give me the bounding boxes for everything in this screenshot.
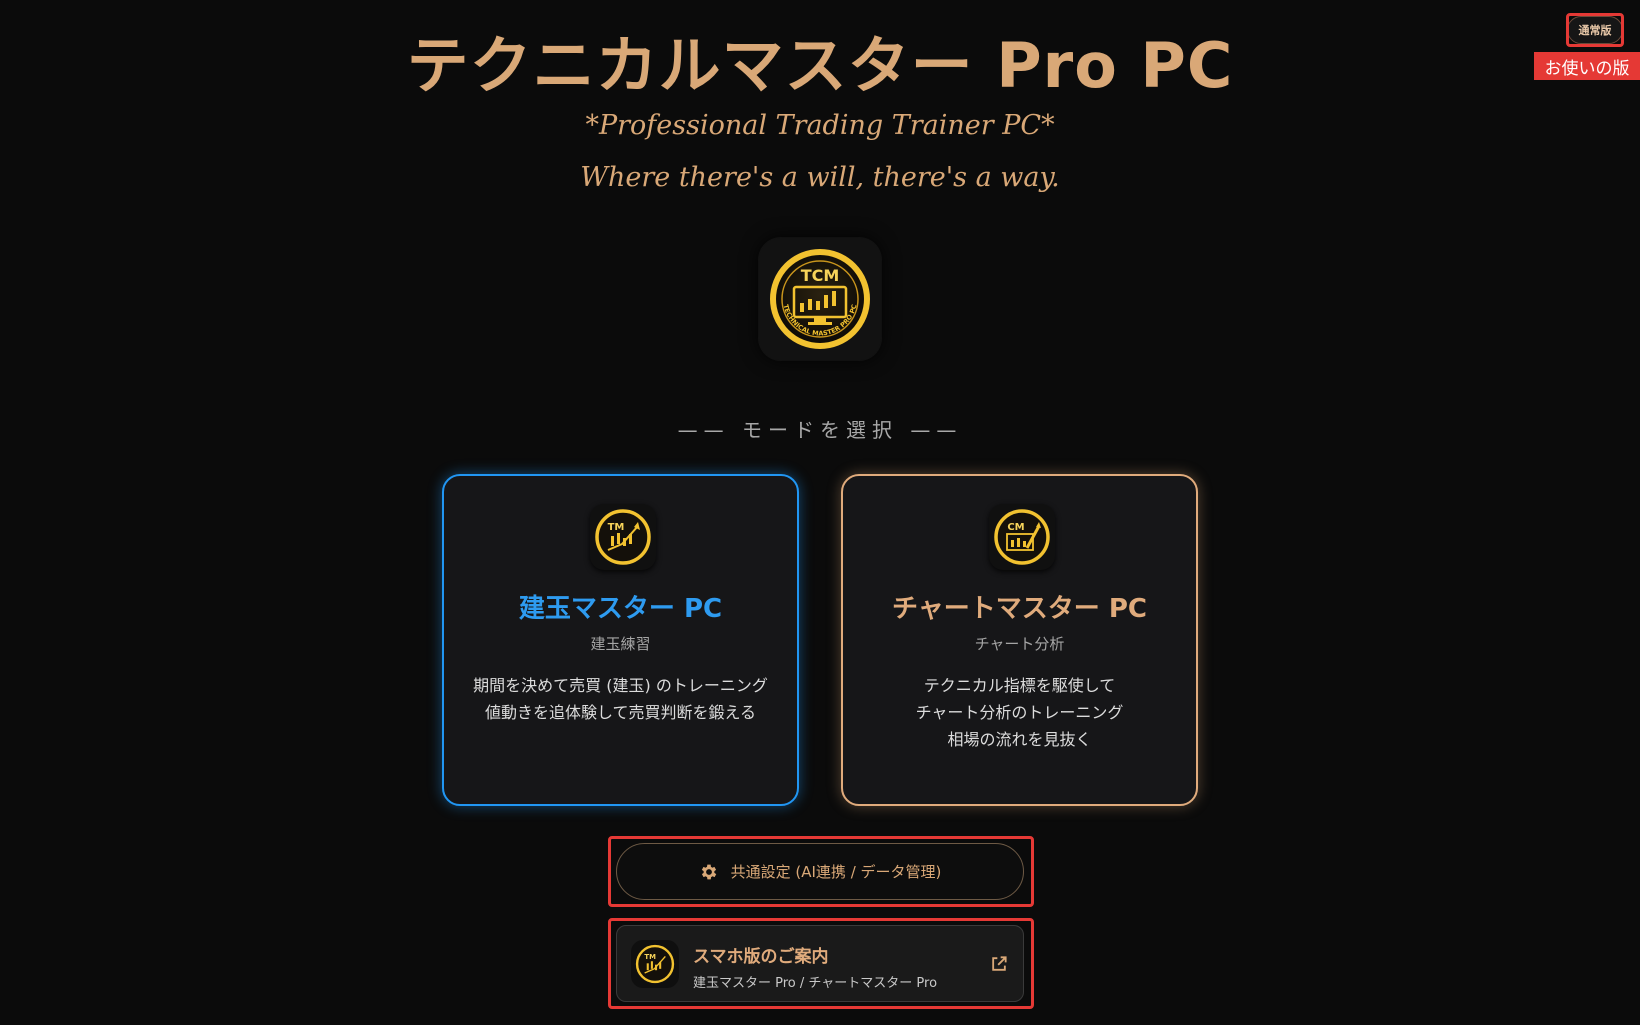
card-title: 建玉マスター PC [518, 594, 723, 624]
card-desc-line: 期間を決めて売買 (建玉) のトレーニング [473, 676, 768, 695]
card-desc-line: 相場の流れを見抜く [947, 730, 1092, 749]
card-description: テクニカル指標を駆使して チャート分析のトレーニング 相場の流れを見抜く [843, 672, 1196, 753]
mobile-button-subtitle: 建玉マスター Pro / チャートマスター Pro [693, 976, 938, 991]
mode-card-position-master[interactable]: TM 建玉マスター PC 建玉練習 期間を決めて売買 (建玉) のトレーニング … [442, 474, 799, 806]
page-title: テクニカルマスター Pro PC [406, 29, 1234, 102]
app-root: テクニカルマスター Pro PC *Professional Trading T… [0, 0, 1640, 1025]
common-settings-button[interactable]: 共通設定 (AI連携 / データ管理) [616, 843, 1024, 900]
position-master-icon: TM [590, 504, 656, 570]
svg-text:TM: TM [644, 953, 656, 961]
mode-select-header: —— モードを選択 —— [677, 418, 963, 442]
svg-text:CM: CM [1007, 522, 1024, 533]
current-version-label: お使いの版 [1534, 52, 1640, 80]
svg-text:TM: TM [608, 522, 625, 533]
mobile-version-button[interactable]: TM スマホ版のご案内 建玉マスター Pro / チャートマスター Pro [616, 925, 1024, 1002]
card-subtitle: チャート分析 [974, 635, 1065, 653]
card-title: チャートマスター PC [892, 594, 1147, 624]
settings-button-label: 共通設定 (AI連携 / データ管理) [730, 863, 942, 881]
mobile-button-title: スマホ版のご案内 [693, 947, 829, 967]
app-logo: TCM TECHNICAL MASTER PRO PC [759, 238, 881, 360]
page-tagline: Where there's a will, there's a way. [580, 162, 1060, 193]
card-desc-line: チャート分析のトレーニング [915, 703, 1124, 722]
page-subtitle: *Professional Trading Trainer PC* [585, 110, 1055, 141]
card-desc-line: テクニカル指標を駆使して [923, 676, 1116, 695]
mode-card-chart-master[interactable]: CM チャートマスター PC チャート分析 テクニカル指標を駆使して チャート分… [841, 474, 1198, 806]
chart-master-icon: CM [989, 504, 1055, 570]
card-desc-line: 値動きを追体験して売買判断を鍛える [484, 703, 757, 722]
external-link-icon [992, 956, 1007, 971]
card-subtitle: 建玉練習 [590, 635, 651, 653]
logo-text: TCM [801, 266, 840, 285]
highlight-box-badge [1566, 13, 1624, 47]
mobile-app-icon: TM [631, 940, 679, 988]
card-description: 期間を決めて売買 (建玉) のトレーニング 値動きを追体験して売買判断を鍛える [444, 672, 797, 726]
tcm-logo-icon: TCM TECHNICAL MASTER PRO PC [770, 249, 870, 349]
gear-icon [701, 864, 716, 879]
